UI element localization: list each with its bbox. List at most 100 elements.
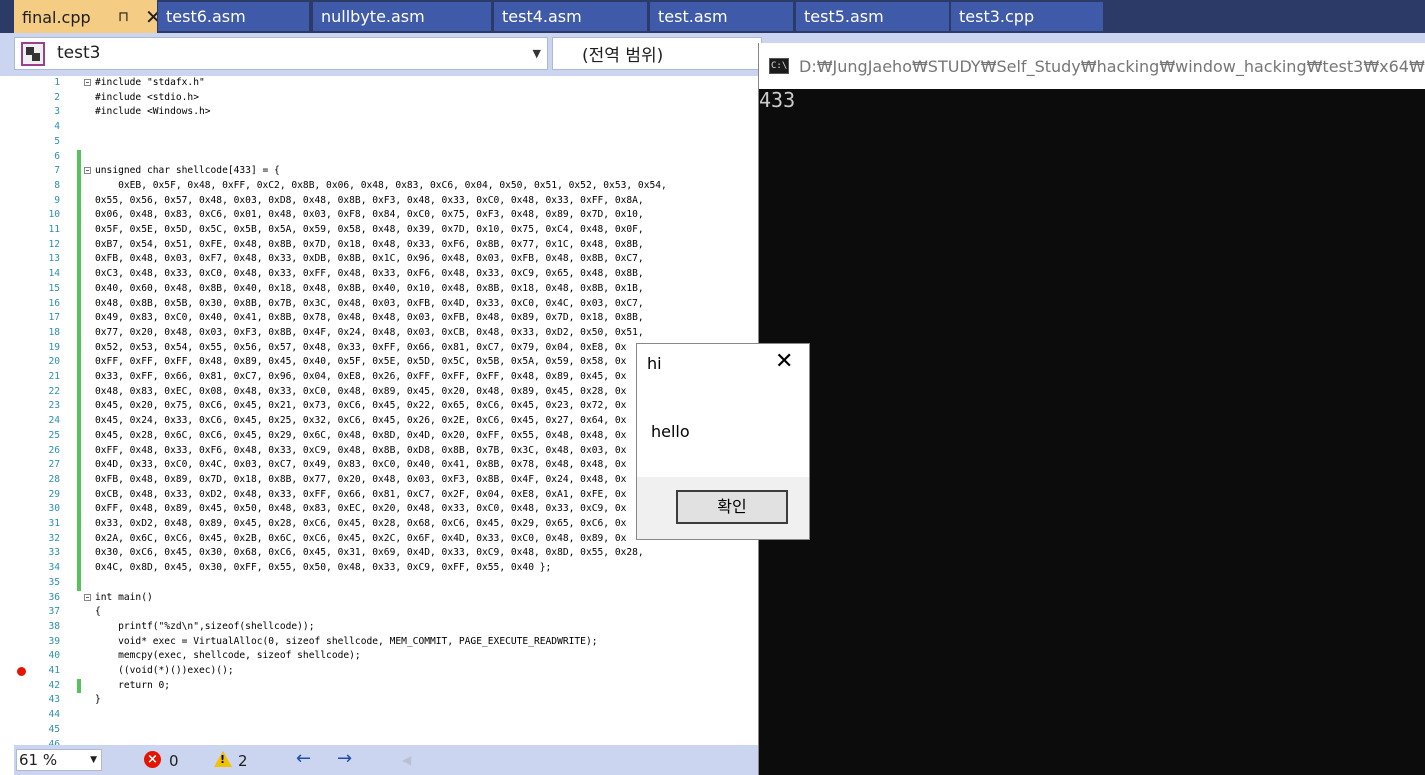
code-line[interactable]: 17 0x49, 0x83, 0xC0, 0x40, 0x41, 0x8B, 0x… [14,311,758,326]
code-text: 0x55, 0x56, 0x57, 0x48, 0x03, 0xD8, 0x48… [95,194,644,206]
console-window[interactable]: C:\ D:₩JungJaeho₩STUDY₩Self_Study₩hackin… [758,43,1425,775]
console-title-bar[interactable]: C:\ D:₩JungJaeho₩STUDY₩Self_Study₩hackin… [759,43,1425,89]
warning-count[interactable]: 2 [238,752,248,770]
code-line[interactable]: 6 [14,150,758,165]
error-icon[interactable]: × [144,751,161,768]
tab-test5-asm[interactable]: test5.asm [796,2,949,31]
code-line[interactable]: 39 void* exec = VirtualAlloc(0, sizeof s… [14,635,758,650]
code-line[interactable]: 18 0x77, 0x20, 0x48, 0x03, 0xF3, 0x8B, 0x… [14,326,758,341]
line-number: 10 [48,209,60,221]
message-box-dialog[interactable]: hi ✕ hello 확인 [636,343,810,540]
line-number: 13 [48,253,60,265]
line-number: 39 [48,635,60,647]
code-line[interactable]: 1 #include "stdafx.h" [14,76,758,91]
code-text: 0x77, 0x20, 0x48, 0x03, 0xF3, 0x8B, 0x4F… [95,326,644,338]
collapse-outline-icon[interactable] [84,79,91,86]
code-line[interactable]: 8 0xEB, 0x5F, 0x48, 0xFF, 0xC2, 0x8B, 0x… [14,179,758,194]
code-line[interactable]: 7 unsigned char shellcode[433] = { [14,164,758,179]
editor-status-bar: 61 % ▼ × 0 ! 2 ← → ◀ [14,745,758,775]
code-line[interactable]: 10 0x06, 0x48, 0x83, 0xC6, 0x01, 0x48, 0x… [14,208,758,223]
navigate-forward-icon[interactable]: → [337,748,352,769]
line-number: 14 [48,268,60,280]
line-number: 5 [54,135,60,147]
code-text: 0x33, 0xFF, 0x66, 0x81, 0xC7, 0x96, 0x04… [95,371,627,382]
chevron-down-icon[interactable]: ▼ [533,38,541,69]
code-line[interactable]: 44 [14,708,758,723]
line-number: 28 [48,473,60,485]
line-number: 44 [48,709,60,721]
line-number: 41 [48,665,60,676]
code-text: 0x40, 0x60, 0x48, 0x8B, 0x40, 0x18, 0x48… [95,282,644,294]
code-line[interactable]: 38 printf("%zd\n",sizeof(shellcode)); [14,620,758,635]
project-dropdown[interactable]: test3 ▼ [14,37,548,70]
code-text: 0x5F, 0x5E, 0x5D, 0x5C, 0x5B, 0x5A, 0x59… [95,224,644,235]
code-line[interactable]: 4 [14,120,758,135]
code-line[interactable]: 46 [14,738,758,746]
code-line[interactable]: 9 0x55, 0x56, 0x57, 0x48, 0x03, 0xD8, 0x4… [14,194,758,209]
line-number: 21 [48,371,60,382]
code-line[interactable]: 41 ((void(*)())exec)(); [14,664,758,679]
close-icon[interactable]: ✕ [775,349,793,374]
line-number: 9 [54,194,60,206]
collapse-outline-icon[interactable] [84,167,91,175]
code-text: 0xFF, 0xFF, 0xFF, 0x48, 0x89, 0x45, 0x40… [95,356,627,368]
code-line[interactable]: 14 0xC3, 0x48, 0x33, 0xC0, 0x48, 0x33, 0x… [14,267,758,282]
code-text: #include "stdafx.h" [95,77,205,88]
breakpoint-icon[interactable] [17,667,26,676]
collapse-outline-icon[interactable] [84,593,91,601]
line-number: 11 [48,224,60,235]
tab-final-cpp[interactable]: final.cpp ⊓ ✕ [14,0,157,33]
code-text: 0xEB, 0x5F, 0x48, 0xFF, 0xC2, 0x8B, 0x06… [95,179,667,191]
line-number: 16 [48,297,60,309]
tab-test6-asm[interactable]: test6.asm [158,2,309,31]
code-line[interactable]: 12 0xB7, 0x54, 0x51, 0xFE, 0x48, 0x8B, 0x… [14,238,758,253]
line-number: 15 [48,282,60,294]
code-text: 0xCB, 0x48, 0x33, 0xD2, 0x48, 0x33, 0xFF… [95,488,627,500]
code-line[interactable]: 13 0xFB, 0x48, 0x03, 0xF7, 0x48, 0x33, 0x… [14,252,758,267]
code-line[interactable]: 34 0x4C, 0x8D, 0x45, 0x30, 0xFF, 0x55, 0x… [14,561,758,576]
scope-dropdown[interactable]: (전역 범위) [552,37,762,70]
chevron-down-icon[interactable]: ▼ [90,750,97,770]
code-text: unsigned char shellcode[433] = { [95,165,280,177]
navigate-back-icon[interactable]: ← [296,748,311,769]
line-number: 7 [54,165,60,177]
code-text: ((void(*)())exec)(); [95,665,234,676]
line-number: 12 [48,238,60,250]
close-icon[interactable]: ✕ [145,0,157,33]
tab-test3-cpp[interactable]: test3.cpp [951,2,1103,31]
zoom-dropdown[interactable]: 61 % ▼ [16,749,102,771]
code-line[interactable]: 11 0x5F, 0x5E, 0x5D, 0x5C, 0x5B, 0x5A, 0x… [14,223,758,238]
pin-icon[interactable]: ⊓ [118,0,129,33]
line-number: 3 [54,106,60,118]
code-line[interactable]: 40 memcpy(exec, shellcode, sizeof shellc… [14,649,758,664]
error-count[interactable]: 0 [169,752,179,770]
line-number: 27 [48,459,60,471]
code-text: #include <stdio.h> [95,91,199,103]
tab-nullbyte-asm[interactable]: nullbyte.asm [313,2,491,31]
line-number: 18 [48,326,60,338]
code-text: 0xFB, 0x48, 0x03, 0xF7, 0x48, 0x33, 0xDB… [95,253,644,265]
console-title: D:₩JungJaeho₩STUDY₩Self_Study₩hacking₩wi… [799,57,1425,76]
code-line[interactable]: 16 0x48, 0x8B, 0x5B, 0x30, 0x8B, 0x7B, 0x… [14,297,758,312]
code-line[interactable]: 3 #include <Windows.h> [14,105,758,120]
code-line[interactable]: 37 { [14,605,758,620]
code-text: printf("%zd\n",sizeof(shellcode)); [95,620,315,632]
code-line[interactable]: 35 [14,576,758,591]
code-line[interactable]: 36 int main() [14,591,758,606]
code-line[interactable]: 15 0x40, 0x60, 0x48, 0x8B, 0x40, 0x18, 0x… [14,282,758,297]
code-line[interactable]: 2 #include <stdio.h> [14,91,758,106]
warning-icon[interactable]: ! [214,751,232,767]
tab-test4-asm[interactable]: test4.asm [494,2,647,31]
tab-test-asm[interactable]: test.asm [650,2,793,31]
tab-label: test4.asm [502,7,582,26]
code-line[interactable]: 45 [14,723,758,738]
dialog-message: hello [651,422,690,441]
code-line[interactable]: 33 0x30, 0xC6, 0x45, 0x30, 0x68, 0xC6, 0x… [14,546,758,561]
code-line[interactable]: 43} [14,693,758,708]
line-number: 23 [48,400,60,412]
line-number: 24 [48,415,60,427]
code-text: 0x45, 0x20, 0x75, 0xC6, 0x45, 0x21, 0x73… [95,400,627,412]
ok-button[interactable]: 확인 [676,490,788,524]
code-line[interactable]: 42 return 0; [14,679,758,694]
code-line[interactable]: 5 [14,135,758,150]
